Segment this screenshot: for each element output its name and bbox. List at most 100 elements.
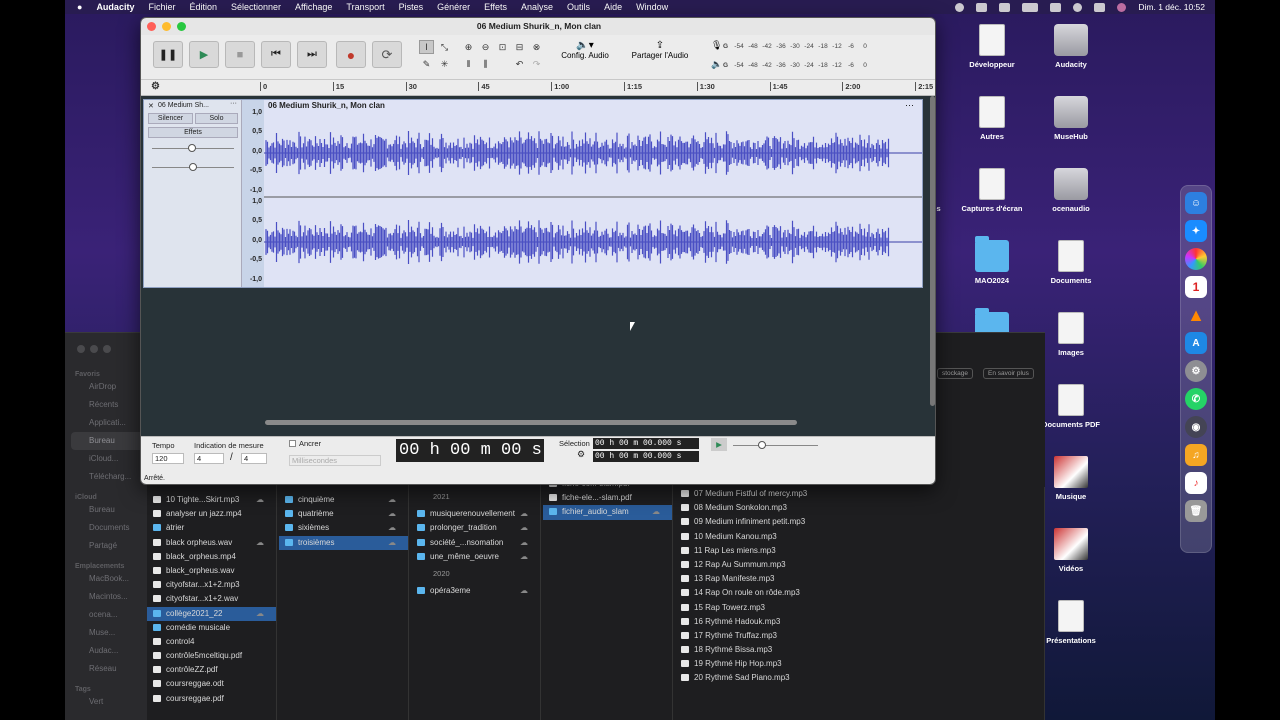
file-item[interactable]: une_même_oeuvre ☁ (411, 550, 540, 564)
file-item[interactable]: société_...nsomation ☁ (411, 536, 540, 550)
desktop-icon[interactable]: Autres (952, 96, 1032, 141)
track-close-icon[interactable]: ✕ (148, 102, 154, 110)
settings-status-icon[interactable] (976, 2, 988, 12)
sidebar-item-icloud[interactable]: iCloud... (75, 450, 147, 468)
vertical-scrollbar[interactable] (930, 96, 935, 406)
tempo-input[interactable]: 120 (152, 453, 184, 464)
file-item[interactable]: 14 Rap On roule on rôde.mp3 (675, 586, 1044, 600)
file-item[interactable]: cinquième ☁ (279, 493, 408, 507)
share-audio-button[interactable]: ⇪ Partager l'Audio (627, 40, 693, 72)
system-settings-icon[interactable]: ⚙ (1185, 360, 1207, 382)
anchor-checkbox[interactable] (289, 440, 296, 447)
minimize-button[interactable] (162, 22, 171, 31)
sidebar-item-airdrop[interactable]: AirDrop (75, 378, 147, 396)
menu-pistes[interactable]: Pistes (399, 2, 424, 12)
file-item[interactable]: control4 (147, 635, 276, 649)
stop-button[interactable]: ■ (225, 41, 255, 68)
waveform-clip[interactable]: 06 Medium Shurik_n, Mon clan ··· (264, 100, 922, 287)
file-item[interactable]: fiche-ele...-slam.pdf (543, 491, 672, 505)
desktop-icon[interactable]: Captures d'écran (952, 168, 1032, 213)
file-item[interactable]: 17 Rythmé Truffaz.mp3 (675, 629, 1044, 643)
file-item[interactable]: sixièmes ☁ (279, 521, 408, 535)
sidebar-item-ocenaudio[interactable]: ocena... (75, 606, 147, 624)
file-item[interactable]: collège2021_22 ☁ (147, 606, 276, 621)
sidebar-item-recents[interactable]: Récents (75, 396, 147, 414)
close-button[interactable] (147, 22, 156, 31)
control-center-icon[interactable] (1094, 2, 1106, 12)
time-display[interactable]: 00 h 00 m 00 s (396, 439, 544, 462)
file-item[interactable]: 12 Rap Au Summum.mp3 (675, 558, 1044, 572)
file-item[interactable]: musiquerenouvellement ☁ (411, 507, 540, 521)
envelope-tool-icon[interactable]: ⤡ (437, 40, 452, 54)
play-at-speed-button[interactable]: ▶ (711, 438, 727, 451)
fit-project-icon[interactable]: ⊟ (512, 40, 527, 54)
effects-button[interactable]: Effets (148, 127, 238, 138)
play-button[interactable]: ▶ (189, 41, 219, 68)
sidebar-item-tag-vert[interactable]: Vert (75, 693, 147, 711)
selection-settings-icon[interactable]: ⚙ (577, 449, 585, 460)
zoom-out-icon[interactable]: ⊖ (478, 40, 493, 54)
undo-icon[interactable]: ↶ (512, 57, 527, 71)
playback-meter[interactable]: G -54 -48 -42 -36 -30 -24 -18 -12 -6 0 (723, 58, 873, 72)
draw-tool-icon[interactable]: ✎ (419, 57, 434, 71)
sidebar-item-icloud-bureau[interactable]: Bureau (75, 501, 147, 519)
storage-button[interactable]: stockage (937, 368, 974, 379)
horizontal-scrollbar[interactable] (265, 420, 797, 425)
timeline-settings-icon[interactable]: ⚙ (151, 81, 160, 92)
zoom-toggle-icon[interactable]: ⊗ (529, 40, 544, 54)
whatsapp-icon[interactable]: ✆ (1185, 388, 1207, 410)
siri-icon[interactable] (1117, 2, 1127, 12)
record-button[interactable]: ● (336, 41, 366, 68)
skip-to-end-button[interactable]: ⏭ (297, 41, 327, 68)
file-item[interactable]: 15 Rap Towerz.mp3 (675, 601, 1044, 615)
audacity-dock-icon[interactable]: ♫ (1185, 444, 1207, 466)
file-item[interactable]: black_orpheus.mp4 (147, 550, 276, 564)
sidebar-item-applications[interactable]: Applicati... (75, 414, 147, 432)
desktop-icon[interactable]: Développeur (952, 24, 1032, 69)
selection-end[interactable]: 00 h 00 m 00.000 s (593, 451, 699, 462)
audio-track[interactable]: ✕ 06 Medium Sh... ··· Silencer Solo Effe… (143, 99, 923, 288)
snap-unit-select[interactable]: Millisecondes (289, 455, 381, 466)
track-menu-icon[interactable]: ··· (230, 100, 237, 107)
app-menu[interactable]: Audacity (96, 2, 134, 12)
file-item[interactable]: 11 Rap Les miens.mp3 (675, 544, 1044, 558)
record-meter[interactable]: G -54 -48 -42 -36 -30 -24 -18 -12 -6 0 (723, 39, 873, 53)
file-item[interactable]: 13 Rap Manifeste.mp3 (675, 572, 1044, 586)
desktop-icon[interactable]: ocenaudio (1031, 168, 1111, 213)
solo-button[interactable]: Solo (195, 113, 238, 124)
skip-to-start-button[interactable]: ⏮ (261, 41, 291, 68)
file-item[interactable]: 08 Medium Sonkolon.mp3 (675, 501, 1044, 515)
file-item[interactable]: 10 Medium Kanou.mp3 (675, 530, 1044, 544)
multi-tool-icon[interactable]: ✳ (437, 57, 452, 71)
file-item[interactable]: àtrier (147, 521, 276, 535)
file-item[interactable]: black_orpheus.wav (147, 564, 276, 578)
file-item[interactable]: 09 Medium infiniment petit.mp3 (675, 515, 1044, 529)
pause-button[interactable]: ❚❚ (153, 41, 183, 68)
menu-fichier[interactable]: Fichier (148, 2, 175, 12)
file-item[interactable]: cityofstar...x1+2.mp3 (147, 578, 276, 592)
menu-effets[interactable]: Effets (484, 2, 507, 12)
menu-affichage[interactable]: Affichage (295, 2, 332, 12)
file-item[interactable]: 19 Rythmé Hip Hop.mp3 (675, 657, 1044, 671)
ocenaudio-icon[interactable]: ◉ (1185, 416, 1207, 438)
file-item[interactable]: cityofstar...x1+2.wav (147, 592, 276, 606)
trash-icon[interactable]: 🗑 (1185, 500, 1207, 522)
selection-tool-icon[interactable]: I (419, 40, 434, 54)
pan-slider[interactable] (152, 163, 234, 171)
file-item[interactable]: prolonger_tradition ☁ (411, 521, 540, 535)
sidebar-item-telechargements[interactable]: Télécharg... (75, 468, 147, 486)
sidebar-item-partage[interactable]: Partagé (75, 537, 147, 555)
file-item[interactable]: coursreggae.pdf (147, 692, 276, 706)
desktop-icon[interactable]: MAO2024 (952, 236, 1032, 285)
sidebar-item-audacity[interactable]: Audac... (75, 642, 147, 660)
menu-outils[interactable]: Outils (567, 2, 590, 12)
menu-clock[interactable]: Dim. 1 déc. 10:52 (1138, 2, 1205, 12)
file-item[interactable]: 10 Tighte...Skirt.mp3 ☁ (147, 493, 276, 507)
sidebar-item-macintosh[interactable]: Macintos... (75, 588, 147, 606)
file-item[interactable]: troisièmes ☁ (279, 535, 408, 550)
audio-setup-button[interactable]: 🔈▾ Config. Audio (556, 40, 614, 72)
gain-slider[interactable] (152, 144, 234, 152)
track-area[interactable]: ✕ 06 Medium Sh... ··· Silencer Solo Effe… (141, 96, 935, 436)
app-store-icon[interactable]: A (1185, 332, 1207, 354)
close-button[interactable] (77, 345, 85, 353)
